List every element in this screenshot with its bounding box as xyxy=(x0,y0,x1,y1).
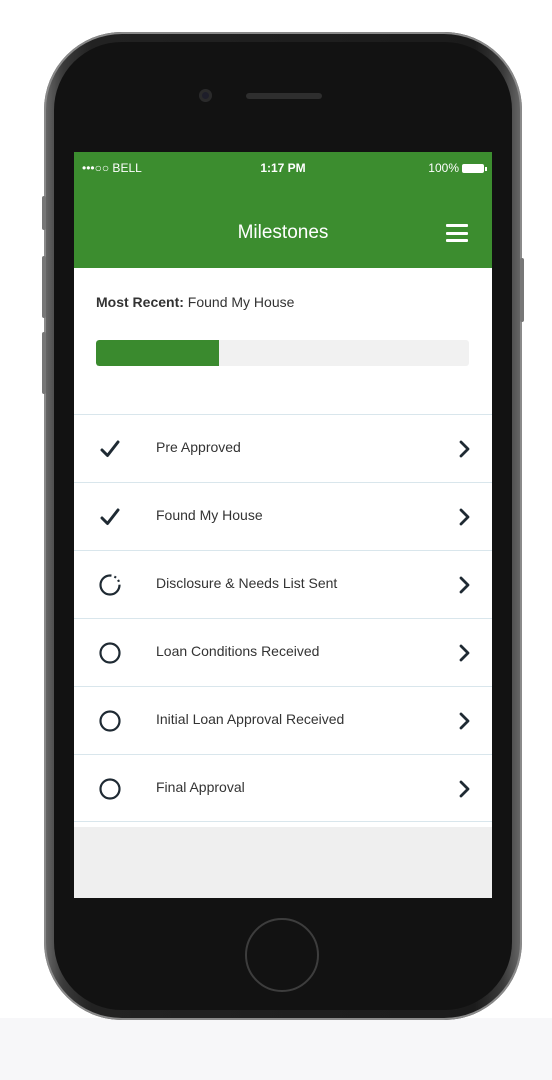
home-button[interactable] xyxy=(245,918,319,992)
progress-bar xyxy=(96,340,469,366)
app-header: •••○○ BELL 1:17 PM 100% Milestones xyxy=(74,152,492,268)
hamburger-menu-icon[interactable] xyxy=(446,224,468,242)
checkmark-icon xyxy=(98,505,122,529)
chevron-right-icon xyxy=(458,778,472,800)
milestone-label: Found My House xyxy=(156,507,263,523)
front-camera xyxy=(199,89,212,102)
milestone-list: Pre Approved Found My House Disclosure & N… xyxy=(74,414,492,822)
power-button xyxy=(520,258,524,322)
earpiece-speaker xyxy=(246,93,322,99)
milestone-label: Pre Approved xyxy=(156,439,241,455)
chevron-right-icon xyxy=(458,574,472,596)
empty-circle-icon xyxy=(98,777,122,801)
phone-screen: •••○○ BELL 1:17 PM 100% Milestones Most … xyxy=(74,152,492,898)
chevron-right-icon xyxy=(458,710,472,732)
empty-circle-icon xyxy=(98,641,122,665)
milestone-row[interactable]: Disclosure & Needs List Sent xyxy=(74,550,492,618)
milestones-panel: Most Recent: Found My House Pre Approved… xyxy=(74,268,492,827)
volume-down-button xyxy=(42,332,46,394)
milestone-label: Initial Loan Approval Received xyxy=(156,711,345,727)
milestone-row[interactable]: Final Approval xyxy=(74,754,492,822)
status-battery: 100% xyxy=(428,161,487,175)
volume-up-button xyxy=(42,256,46,318)
checkmark-icon xyxy=(98,437,122,461)
progress-fill xyxy=(96,340,220,366)
milestone-label: Loan Conditions Received xyxy=(156,643,320,659)
chevron-right-icon xyxy=(458,438,472,460)
chevron-right-icon xyxy=(458,506,472,528)
page-title: Milestones xyxy=(237,222,329,243)
milestone-label: Final Approval xyxy=(156,779,245,795)
most-recent-label: Most Recent: xyxy=(96,294,184,310)
milestone-row[interactable]: Pre Approved xyxy=(74,414,492,482)
background-strip xyxy=(0,1018,552,1080)
in-progress-circle-icon xyxy=(98,573,122,597)
milestone-row[interactable]: Loan Conditions Received xyxy=(74,618,492,686)
most-recent-value: Found My House xyxy=(187,294,295,310)
most-recent-line: Most Recent: Found My House xyxy=(96,294,294,310)
milestone-label: Disclosure & Needs List Sent xyxy=(156,575,338,591)
battery-icon xyxy=(462,163,487,173)
empty-circle-icon xyxy=(98,709,122,733)
milestone-row[interactable]: Found My House xyxy=(74,482,492,550)
mute-switch xyxy=(42,196,46,230)
battery-percent: 100% xyxy=(428,161,459,175)
milestone-row[interactable]: Initial Loan Approval Received xyxy=(74,686,492,754)
chevron-right-icon xyxy=(458,642,472,664)
